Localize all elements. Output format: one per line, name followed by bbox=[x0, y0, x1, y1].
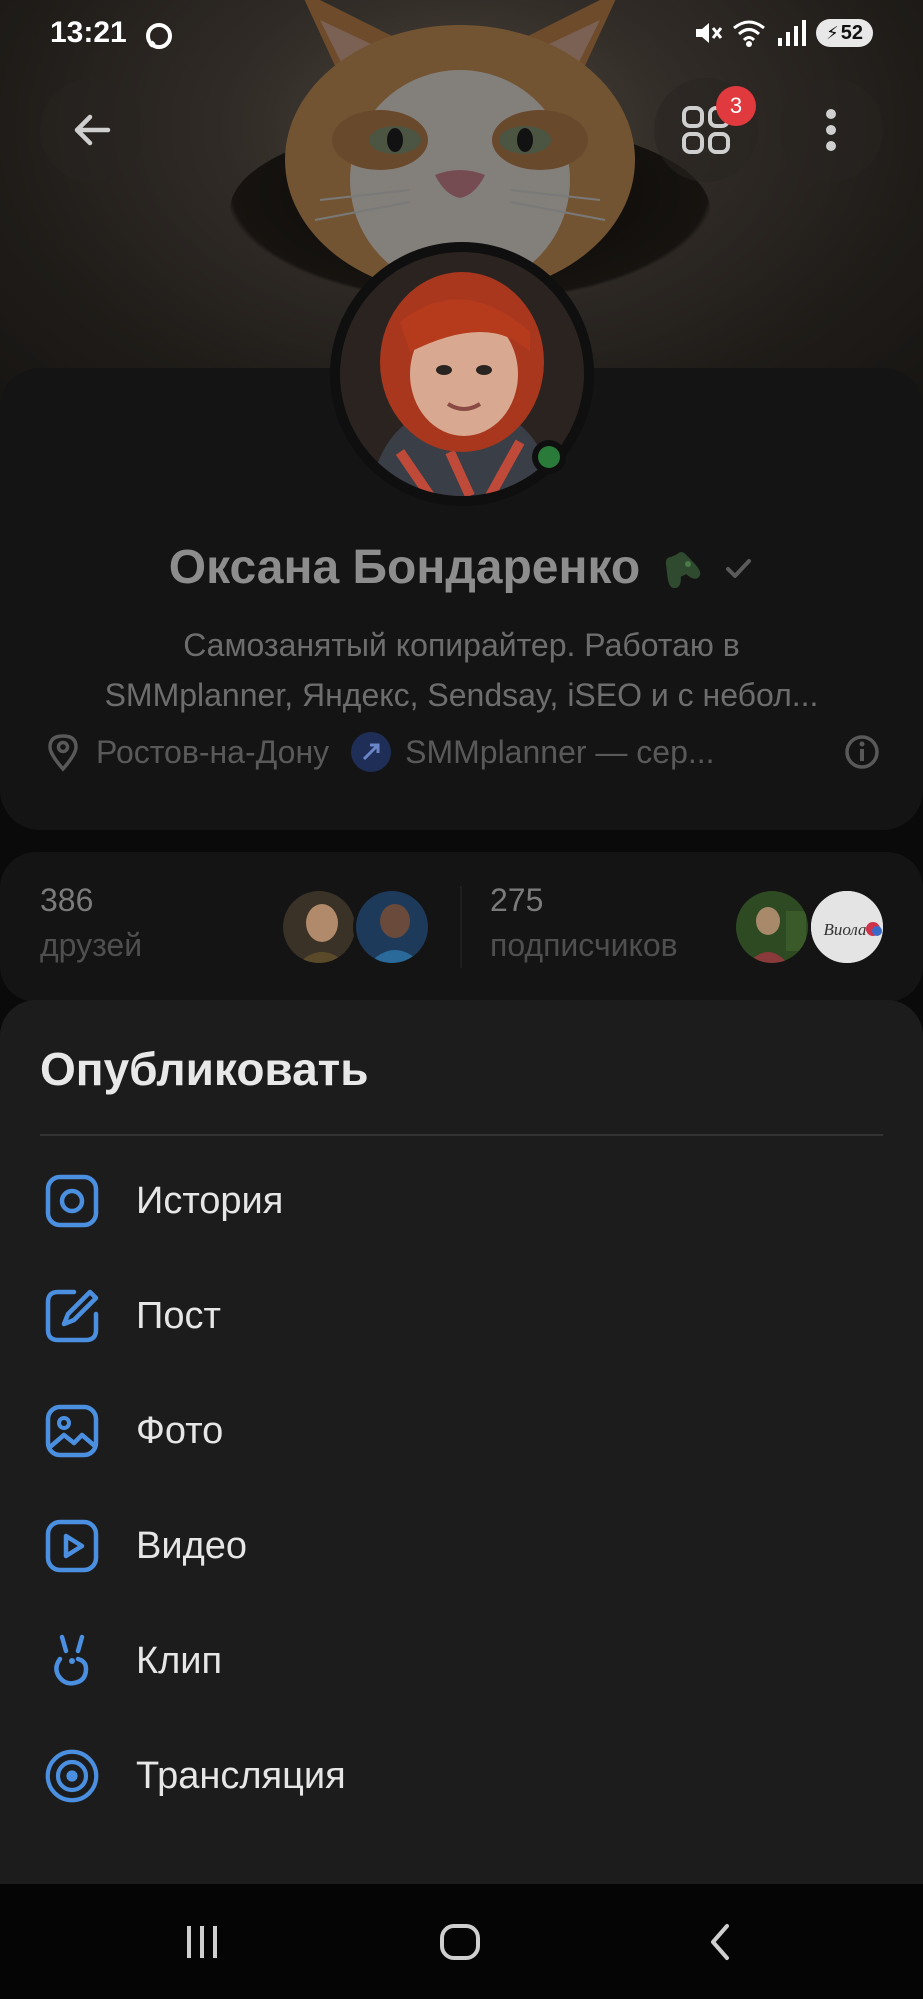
publish-item-photo[interactable]: Фото bbox=[0, 1376, 923, 1486]
publish-item-story[interactable]: История bbox=[0, 1146, 923, 1256]
bio-line-2: SMMplanner, Яндекс, Sendsay, iSEO и с не… bbox=[104, 677, 819, 713]
subscriber-avatar: Виола bbox=[808, 888, 886, 966]
location-pin-icon bbox=[48, 734, 78, 772]
location-text: Ростов-на-Дону bbox=[96, 733, 330, 770]
battery-icon: ⚡ 52 bbox=[816, 19, 873, 47]
notification-badge: 3 bbox=[716, 86, 756, 126]
publish-item-label: Трансляция bbox=[136, 1754, 346, 1797]
link-text: SMMplanner — сер... bbox=[405, 733, 715, 770]
friends-count: 386 bbox=[40, 882, 94, 918]
friend-avatar bbox=[280, 888, 358, 966]
chat-notification-icon bbox=[146, 23, 172, 49]
clip-icon bbox=[44, 1633, 100, 1689]
publish-item-clip[interactable]: Клип bbox=[0, 1606, 923, 1716]
recent-apps-icon bbox=[187, 1926, 217, 1958]
more-vertical-icon bbox=[826, 109, 836, 151]
verified-check-icon bbox=[726, 558, 752, 578]
profile-name: Оксана Бондаренко bbox=[168, 541, 641, 594]
nav-back-button[interactable] bbox=[680, 1914, 760, 1970]
system-nav-bar bbox=[0, 1884, 923, 1999]
link-icon bbox=[351, 732, 392, 772]
video-icon bbox=[44, 1518, 100, 1574]
sheet-title: Опубликовать bbox=[40, 1043, 369, 1095]
profile-info-row[interactable]: Ростов-на-Дону SMMplanner — сер... bbox=[46, 732, 882, 772]
profile-name-row: Оксана Бондаренко bbox=[0, 540, 923, 595]
subscribers-stat[interactable]: 275 подписчиков bbox=[490, 882, 678, 964]
publish-item-broadcast[interactable]: Трансляция bbox=[0, 1721, 923, 1831]
sheet-divider bbox=[40, 1134, 883, 1136]
story-icon bbox=[44, 1173, 100, 1229]
more-button[interactable] bbox=[779, 78, 883, 182]
post-edit-icon bbox=[44, 1288, 100, 1344]
stats-card: 386 друзей 275 подписчиков Виола bbox=[0, 852, 923, 1002]
home-button[interactable] bbox=[420, 1914, 500, 1970]
back-icon bbox=[711, 1924, 729, 1960]
subscriber-logo-text: Виола bbox=[823, 920, 866, 939]
subscribers-count: 275 bbox=[490, 882, 544, 918]
publish-sheet: Опубликовать История Пост Фото Видео Кли… bbox=[0, 1000, 923, 1884]
mute-icon bbox=[696, 23, 723, 43]
wifi-icon bbox=[733, 20, 766, 47]
publish-item-label: История bbox=[136, 1179, 284, 1222]
recent-apps-button[interactable] bbox=[162, 1914, 242, 1970]
friends-stat[interactable]: 386 друзей bbox=[40, 882, 142, 964]
info-icon[interactable] bbox=[842, 732, 882, 772]
friend-avatar bbox=[353, 888, 431, 966]
signal-icon bbox=[778, 20, 807, 46]
bio-line-1: Самозанятый копирайтер. Работаю в bbox=[183, 627, 740, 663]
home-icon bbox=[440, 1924, 480, 1960]
status-time: 13:21 bbox=[50, 16, 127, 49]
battery-level: 52 bbox=[840, 21, 863, 44]
back-arrow-icon bbox=[74, 114, 111, 146]
broadcast-icon bbox=[44, 1748, 100, 1804]
publish-item-video[interactable]: Видео bbox=[0, 1491, 923, 1601]
status-bar: 13:21 ⚡ 52 bbox=[0, 0, 923, 70]
subscribers-label: подписчиков bbox=[490, 927, 678, 963]
publish-item-label: Клип bbox=[136, 1639, 223, 1682]
publish-item-label: Фото bbox=[136, 1409, 224, 1452]
friends-label: друзей bbox=[40, 927, 143, 963]
stats-divider bbox=[460, 886, 462, 968]
profile-bio[interactable]: Самозанятый копирайтер. Работаю в SMMpla… bbox=[40, 620, 883, 720]
subscriber-avatar bbox=[733, 888, 811, 966]
photo-icon bbox=[44, 1403, 100, 1459]
apps-button[interactable]: 3 bbox=[654, 78, 758, 182]
back-button[interactable] bbox=[40, 78, 144, 182]
online-indicator bbox=[532, 440, 566, 474]
publish-item-post[interactable]: Пост bbox=[0, 1261, 923, 1371]
publish-item-label: Пост bbox=[136, 1294, 221, 1337]
publish-item-label: Видео bbox=[136, 1524, 248, 1567]
gamepad-icon bbox=[666, 551, 701, 588]
